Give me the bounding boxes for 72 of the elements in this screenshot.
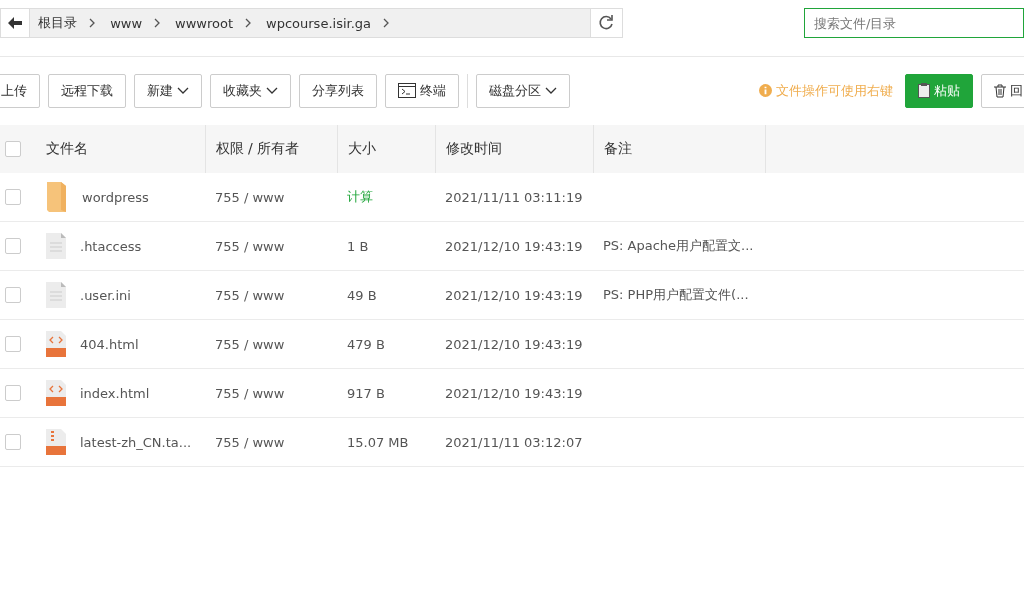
refresh-icon: [598, 15, 615, 31]
document-icon: [46, 282, 66, 308]
permission-text: 755 / www: [215, 238, 285, 254]
file-name[interactable]: .htaccess: [80, 238, 142, 254]
row-checkbox[interactable]: [5, 336, 21, 352]
breadcrumb-item[interactable]: wpcourse.isir.ga: [266, 15, 372, 31]
row-checkbox[interactable]: [5, 287, 21, 303]
row-checkbox[interactable]: [5, 434, 21, 450]
dropdown-button[interactable]: 收藏夹: [210, 73, 291, 108]
modified-time: 2021/11/11 03:12:07: [445, 434, 583, 450]
hint-text: 文件操作可使用右键: [759, 81, 893, 100]
column-header: 备注: [603, 140, 632, 156]
document-icon: [46, 233, 66, 259]
column-header: 权限 / 所有者: [215, 140, 300, 156]
info-icon: [759, 84, 772, 97]
file-size: 49 B: [347, 287, 377, 303]
refresh-button[interactable]: [590, 8, 623, 38]
html-file-icon: [46, 331, 66, 357]
column-header: 大小: [347, 140, 376, 156]
breadcrumb-item[interactable]: www: [110, 15, 143, 31]
recycle-button[interactable]: 回: [981, 73, 1024, 108]
trash-icon: [994, 83, 1006, 98]
html-file-icon: [46, 380, 66, 406]
permission-text: 755 / www: [215, 189, 285, 205]
row-checkbox[interactable]: [5, 238, 21, 254]
file-size: 479 B: [347, 336, 385, 352]
terminal-button[interactable]: 终端: [385, 73, 459, 108]
row-checkbox[interactable]: [5, 385, 21, 401]
file-name[interactable]: index.html: [80, 385, 150, 401]
breadcrumb-item[interactable]: 根目录: [38, 14, 78, 32]
folder-icon: [46, 181, 68, 213]
toolbar-button[interactable]: 上传: [0, 73, 40, 108]
column-header: 文件名: [46, 140, 88, 156]
toolbar-button[interactable]: 分享列表: [299, 73, 377, 108]
modified-time: 2021/11/11 03:11:19: [445, 189, 583, 205]
caret-icon: [266, 86, 278, 95]
file-name[interactable]: 404.html: [80, 336, 139, 352]
chevron-icon: [383, 18, 391, 28]
chevron-icon: [89, 18, 97, 28]
dropdown-button[interactable]: 新建: [134, 73, 202, 108]
permission-text: 755 / www: [215, 434, 285, 450]
archive-file-icon: [46, 429, 66, 455]
terminal-icon: [398, 83, 416, 98]
note-text: PS: Apache用户配置文...: [603, 238, 754, 253]
permission-text: 755 / www: [215, 385, 285, 401]
modified-time: 2021/12/10 19:43:19: [445, 238, 583, 254]
back-button[interactable]: [0, 8, 30, 38]
search-field[interactable]: 搜索文件/目录: [804, 8, 1024, 38]
permission-text: 755 / www: [215, 336, 285, 352]
caret-icon: [177, 86, 189, 95]
file-size: 15.07 MB: [347, 434, 409, 450]
modified-time: 2021/12/10 19:43:19: [445, 336, 583, 352]
dropdown-button[interactable]: 磁盘分区: [476, 73, 570, 108]
file-size: 917 B: [347, 385, 385, 401]
modified-time: 2021/12/10 19:43:19: [445, 287, 583, 303]
modified-time: 2021/12/10 19:43:19: [445, 385, 583, 401]
chevron-icon: [245, 18, 253, 28]
file-name[interactable]: .user.ini: [80, 287, 131, 303]
row-checkbox[interactable]: [5, 189, 21, 205]
back-arrow-icon: [8, 17, 23, 29]
breadcrumb-item[interactable]: wwwroot: [175, 15, 234, 31]
select-all-checkbox[interactable]: [5, 141, 21, 157]
clipboard-icon: [918, 83, 930, 98]
file-name[interactable]: latest-zh_CN.ta...: [80, 434, 192, 450]
note-text: PS: PHP用户配置文件(...: [603, 287, 749, 302]
permission-text: 755 / www: [215, 287, 285, 303]
column-header: 修改时间: [445, 140, 502, 156]
file-name[interactable]: wordpress: [82, 189, 149, 205]
file-size: 1 B: [347, 238, 369, 254]
chevron-icon: [154, 18, 162, 28]
caret-icon: [545, 86, 557, 95]
toolbar-button[interactable]: 远程下载: [48, 73, 126, 108]
